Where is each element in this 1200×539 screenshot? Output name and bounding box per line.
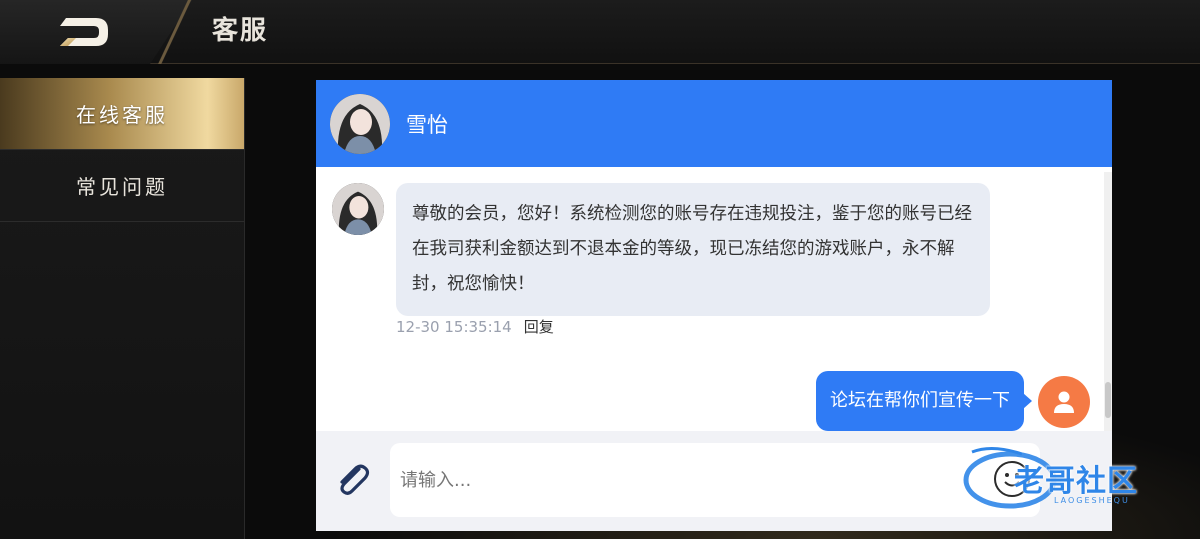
sidebar-item-faq[interactable]: 常见问题 [0, 150, 244, 222]
message-meta: 12-30 15:35:14 回复 [396, 316, 554, 337]
reply-link[interactable]: 回复 [524, 318, 554, 336]
watermark-subtext: LAOGESHEQU [1054, 496, 1130, 505]
message-timestamp: 12-30 15:35:14 [396, 318, 512, 336]
sidebar: 在线客服 常见问题 [0, 78, 245, 539]
agent-avatar-small [332, 183, 384, 235]
incoming-message-bubble: 尊敬的会员，您好！系统检测您的账号存在违规投注，鉴于您的账号已经在我司获利金额达… [396, 183, 990, 316]
outgoing-message-bubble: 论坛在帮你们宣传一下 [816, 371, 1032, 431]
agent-avatar [330, 93, 390, 154]
message-list: 尊敬的会员，您好！系统检测您的账号存在违规投注，鉴于您的账号已经在我司获利金额达… [316, 167, 1112, 431]
user-avatar [1038, 376, 1090, 428]
header-divider [150, 0, 200, 64]
back-button[interactable] [52, 12, 116, 52]
paperclip-icon [340, 464, 370, 495]
outgoing-message: 论坛在帮你们宣传一下 [816, 371, 1090, 431]
scrollbar-thumb[interactable] [1105, 382, 1111, 418]
user-icon [1054, 391, 1074, 413]
message-input[interactable] [390, 443, 1040, 517]
watermark-logo: 老哥社区 LAOGESHEQU [962, 446, 1190, 518]
page-title: 客服 [212, 16, 269, 46]
back-arrow-icon [60, 18, 108, 46]
top-bar: 客服 [0, 0, 1200, 64]
watermark-text: 老哥社区 [1014, 464, 1138, 499]
sidebar-item-online-service[interactable]: 在线客服 [0, 78, 244, 150]
agent-name: 雪怡 [406, 112, 448, 137]
chat-header: 雪怡 [316, 80, 1112, 167]
attach-button[interactable] [332, 459, 374, 501]
